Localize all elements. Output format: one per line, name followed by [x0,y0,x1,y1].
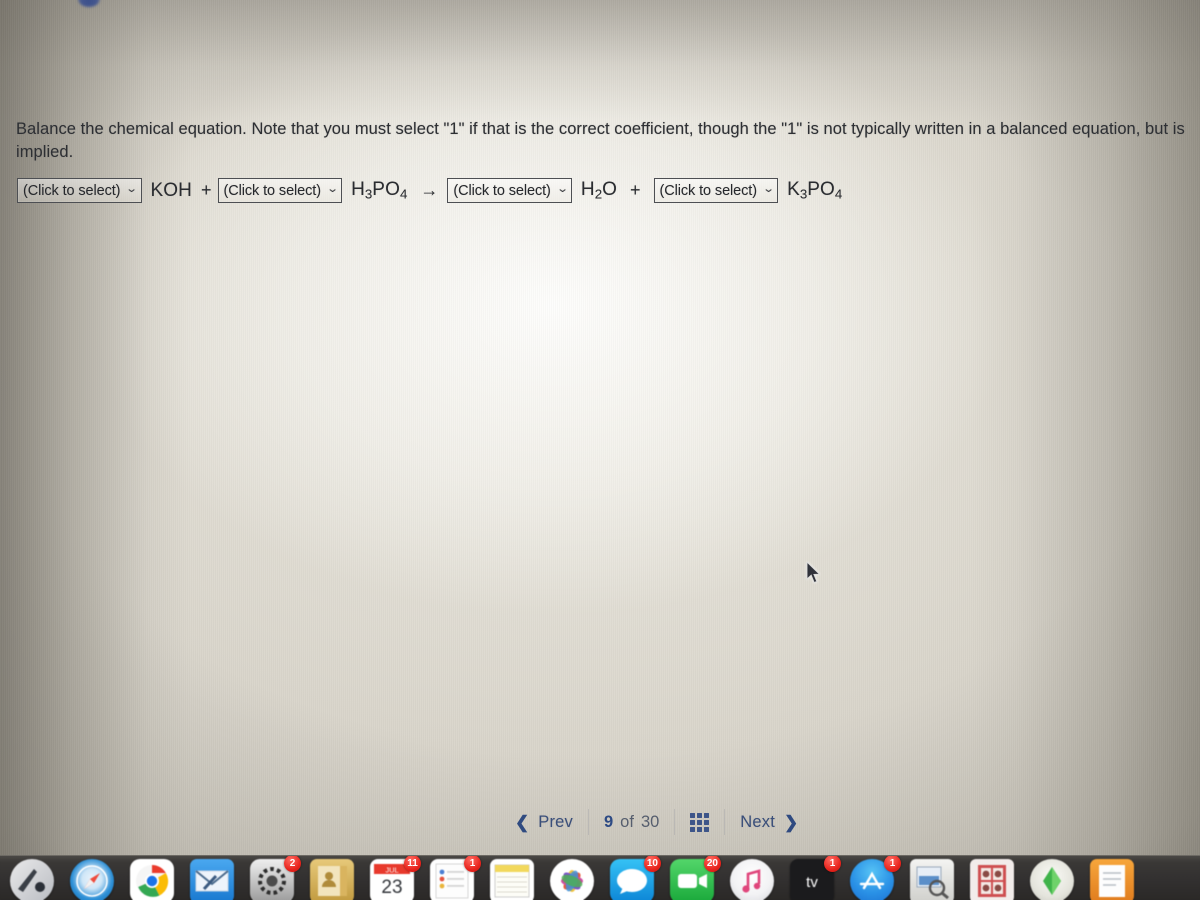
notes-icon [490,859,534,900]
total-page-count: 30 [640,812,660,831]
coefficient-select-h2o[interactable]: (Click to select) ⌄ [447,178,572,203]
contacts-icon [310,859,354,900]
mail-icon [190,859,234,900]
macos-dock[interactable]: 2 JUL 23 11 1 10 20 tv 1 1 [0,855,1200,900]
dock-badge-facetime: 20 [703,856,721,872]
svg-text:JUL: JUL [385,866,398,875]
page-indicator: 9 of 30 [589,806,674,838]
dock-badge-system-preferences: 2 [284,856,301,872]
dock-item-messages[interactable]: 10 [602,856,662,900]
dock-item-contacts[interactable] [302,857,362,900]
chemical-equation: (Click to select) ⌄ KOH + (Click to sele… [17,178,842,203]
dock-item-itunes[interactable] [722,857,782,900]
coefficient-select-k3po4-label: (Click to select) [659,182,758,199]
coefficient-select-h3po4[interactable]: (Click to select) ⌄ [217,178,343,203]
dock-item-safari[interactable] [62,857,122,900]
coefficient-select-h2o-label: (Click to select) [453,182,551,199]
grid-view-icon [690,812,710,832]
pages-icon [1090,859,1134,900]
photos-icon [550,859,594,900]
dock-item-photo-booth[interactable] [962,857,1022,900]
dock-badge-calendar: 11 [404,856,421,872]
chrome-icon [130,859,174,900]
photo-booth-icon [970,859,1014,900]
formula-koh: KOH [150,179,193,201]
coefficient-select-koh[interactable]: (Click to select) ⌄ [17,178,142,203]
dock-badge-app-store: 1 [884,856,901,872]
dock-badge-messages: 10 [643,856,661,872]
dock-item-mail[interactable] [182,857,242,900]
mouse-cursor [806,562,821,584]
dock-item-finder[interactable] [2,857,62,900]
screenshot-root: Balance the chemical equation. Note that… [0,0,1200,900]
question-prompt: Balance the chemical equation. Note that… [16,120,1185,161]
chevron-down-icon: ⌄ [556,183,569,195]
coefficient-select-h3po4-label: (Click to select) [223,182,322,199]
prev-button-label: Prev [538,812,573,831]
coefficient-select-k3po4[interactable]: (Click to select) ⌄ [653,178,779,203]
question-pager: ❮ Prev 9 of 30 Next ❯ [500,806,813,838]
finder-icon [10,859,54,900]
dock-icon-strip: 2 JUL 23 11 1 10 20 tv 1 1 [0,856,1200,900]
plus-sign-products: + [630,180,641,200]
itunes-icon [730,859,774,900]
grid-view-button[interactable] [675,806,724,838]
chevron-left-icon: ❮ [515,812,530,832]
formula-k3po4: K3PO4 [787,179,843,202]
current-page-number: 9 [603,812,614,831]
next-button-label: Next [740,812,776,831]
safari-icon [70,859,114,900]
dock-badge-apple-tv: 1 [824,856,841,872]
dock-item-app-store[interactable]: 1 [842,856,902,900]
dock-item-preview[interactable] [902,857,962,900]
plus-sign-reactants: + [201,180,212,200]
dock-item-facetime[interactable]: 20 [662,856,722,900]
dock-item-pages[interactable] [1082,857,1142,900]
dock-item-system-preferences[interactable]: 2 [242,856,302,900]
svg-text:tv: tv [806,874,818,891]
page-of-label: of [620,812,634,831]
dock-badge-reminders: 1 [464,856,481,872]
chevron-down-icon: ⌄ [762,183,775,195]
dock-item-reminders[interactable]: 1 [422,856,482,900]
svg-text:23: 23 [381,877,402,898]
chevron-right-icon: ❯ [784,812,799,832]
formula-h3po4: H3PO4 [351,179,408,202]
sims-icon [1030,859,1074,900]
dock-item-chrome[interactable] [122,857,182,900]
dock-item-photos[interactable] [542,857,602,900]
dock-item-notes[interactable] [482,857,542,900]
dock-item-apple-tv[interactable]: tv 1 [782,856,842,900]
chevron-down-icon: ⌄ [326,183,339,195]
dock-item-sims[interactable] [1022,857,1082,900]
dock-item-calendar[interactable]: JUL 23 11 [362,856,422,900]
coefficient-select-koh-label: (Click to select) [23,182,121,199]
reaction-arrow: → [420,180,439,200]
preview-icon [910,859,954,900]
chevron-down-icon: ⌄ [125,183,139,195]
next-button[interactable]: Next ❯ [725,806,813,838]
prev-button[interactable]: ❮ Prev [500,806,588,838]
formula-h2o: H2O [580,179,618,202]
